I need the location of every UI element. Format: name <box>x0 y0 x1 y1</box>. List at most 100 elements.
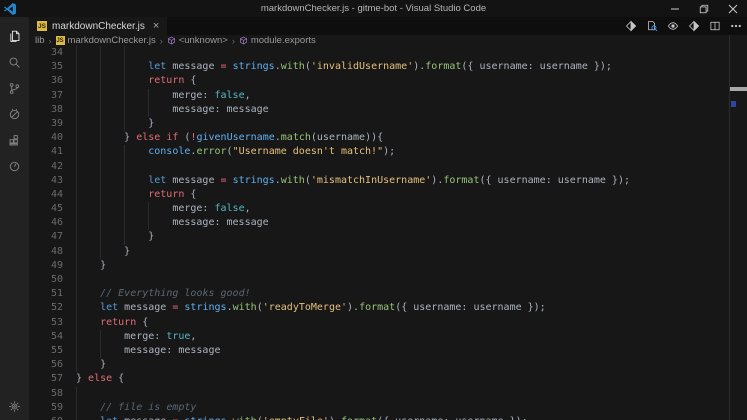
line-number[interactable]: 59 <box>29 401 63 415</box>
line-number[interactable]: 41 <box>29 145 63 159</box>
code-line-content[interactable]: // Everything looks good! <box>76 287 747 301</box>
code-line-content[interactable]: merge: false, <box>76 89 747 103</box>
sidebar-item-source-control[interactable] <box>0 75 29 101</box>
breadcrumb-item[interactable]: module.exports <box>239 35 316 46</box>
code-line[interactable]: 38 message: message <box>29 103 747 117</box>
code-line-content[interactable] <box>76 273 747 287</box>
code-line-content[interactable]: return { <box>76 188 747 202</box>
line-number[interactable]: 44 <box>29 188 63 202</box>
code-line[interactable]: 57 } else { <box>29 372 747 386</box>
code-line-content[interactable]: return { <box>76 316 747 330</box>
code-line[interactable]: 53 return { <box>29 316 747 330</box>
line-number[interactable]: 43 <box>29 174 63 188</box>
line-number[interactable]: 58 <box>29 387 63 401</box>
code-line[interactable]: 58 <box>29 387 747 401</box>
code-line-content[interactable]: } else if (!givenUsername.match(username… <box>76 131 747 145</box>
code-line[interactable]: 60 let message = strings.with('emptyFile… <box>29 415 747 420</box>
line-number[interactable]: 51 <box>29 287 63 301</box>
code-line[interactable]: 45 merge: false, <box>29 202 747 216</box>
line-number[interactable]: 57 <box>29 372 63 386</box>
sidebar-item-explorer[interactable] <box>0 23 29 49</box>
restore-button[interactable] <box>689 0 718 17</box>
line-number[interactable]: 46 <box>29 216 63 230</box>
code-line[interactable]: 55 message: message <box>29 344 747 358</box>
code-line-content[interactable] <box>76 46 747 60</box>
line-number[interactable]: 49 <box>29 259 63 273</box>
code-line-content[interactable]: } <box>76 230 747 244</box>
breadcrumb-item[interactable]: lib <box>35 35 45 46</box>
line-number[interactable]: 53 <box>29 316 63 330</box>
code-line-content[interactable]: return { <box>76 74 747 88</box>
line-number[interactable]: 35 <box>29 60 63 74</box>
code-line-content[interactable]: } <box>76 245 747 259</box>
code-line[interactable]: 52 let message = strings.with('readyToMe… <box>29 301 747 315</box>
line-number[interactable]: 48 <box>29 245 63 259</box>
code-line-content[interactable]: console.error("Username doesn't match!")… <box>76 145 747 159</box>
line-number[interactable]: 55 <box>29 344 63 358</box>
line-number[interactable]: 36 <box>29 74 63 88</box>
code-line[interactable]: 56 } <box>29 358 747 372</box>
line-number[interactable]: 45 <box>29 202 63 216</box>
code-line[interactable]: 37 merge: false, <box>29 89 747 103</box>
breadcrumb-item[interactable]: JSmarkdownChecker.js <box>56 35 156 46</box>
code-line-content[interactable] <box>76 387 747 401</box>
code-line[interactable]: 35 let message = strings.with('invalidUs… <box>29 60 747 74</box>
manage-button[interactable] <box>8 400 21 413</box>
code-line[interactable]: 51 // Everything looks good! <box>29 287 747 301</box>
line-number[interactable]: 50 <box>29 273 63 287</box>
line-number[interactable]: 40 <box>29 131 63 145</box>
code-line-content[interactable]: let message = strings.with('invalidUsern… <box>76 60 747 74</box>
code-line[interactable]: 39 } <box>29 117 747 131</box>
line-number[interactable]: 39 <box>29 117 63 131</box>
line-number[interactable]: 54 <box>29 330 63 344</box>
scrollbar-thumb[interactable] <box>730 87 747 91</box>
code-line[interactable]: 59 // file is empty <box>29 401 747 415</box>
editor-action-file-search[interactable] <box>645 20 658 33</box>
line-number[interactable]: 42 <box>29 160 63 174</box>
line-number[interactable]: 47 <box>29 230 63 244</box>
line-number[interactable]: 37 <box>29 89 63 103</box>
tab-markdownchecker[interactable]: JS markdownChecker.js × <box>29 17 167 35</box>
line-number[interactable]: 60 <box>29 415 63 420</box>
code-line-content[interactable]: merge: false, <box>76 202 747 216</box>
close-button[interactable] <box>718 0 747 17</box>
code-line-content[interactable]: } <box>76 358 747 372</box>
code-line-content[interactable]: merge: true, <box>76 330 747 344</box>
code-line[interactable]: 41 console.error("Username doesn't match… <box>29 145 747 159</box>
code-line[interactable]: 34 <box>29 46 747 60</box>
editor-action-1[interactable] <box>624 20 637 33</box>
code-line-content[interactable]: let message = strings.with('emptyFile').… <box>76 415 747 420</box>
code-line-content[interactable]: message: message <box>76 216 747 230</box>
scrollbar-track[interactable] <box>729 35 747 420</box>
code-line-content[interactable] <box>76 160 747 174</box>
code-line[interactable]: 42 <box>29 160 747 174</box>
code-line[interactable]: 44 return { <box>29 188 747 202</box>
code-line[interactable]: 46 message: message <box>29 216 747 230</box>
line-number[interactable]: 52 <box>29 301 63 315</box>
code-line-content[interactable]: // file is empty <box>76 401 747 415</box>
code-line[interactable]: 47 } <box>29 230 747 244</box>
code-line-content[interactable]: } <box>76 259 747 273</box>
minimize-button[interactable] <box>660 0 689 17</box>
editor-action-2[interactable] <box>687 20 700 33</box>
code-line[interactable]: 40 } else if (!givenUsername.match(usern… <box>29 131 747 145</box>
code-line[interactable]: 48 } <box>29 245 747 259</box>
code-line-content[interactable]: } <box>76 117 747 131</box>
sidebar-item-search[interactable] <box>0 49 29 75</box>
sidebar-item-debug[interactable] <box>0 101 29 127</box>
code-line[interactable]: 43 let message = strings.with('mismatchI… <box>29 174 747 188</box>
code-line[interactable]: 50 <box>29 273 747 287</box>
line-number[interactable]: 34 <box>29 46 63 60</box>
code-line-content[interactable]: let message = strings.with('mismatchInUs… <box>76 174 747 188</box>
line-number[interactable]: 38 <box>29 103 63 117</box>
line-number[interactable]: 56 <box>29 358 63 372</box>
more-actions-button[interactable] <box>729 20 742 33</box>
code-line-content[interactable]: message: message <box>76 103 747 117</box>
breadcrumb-item[interactable]: <unknown> <box>167 35 228 46</box>
code-line-content[interactable]: } else { <box>76 372 747 386</box>
code-line[interactable]: 49 } <box>29 259 747 273</box>
sidebar-item-extensions[interactable] <box>0 127 29 153</box>
code-line-content[interactable]: let message = strings.with('readyToMerge… <box>76 301 747 315</box>
sidebar-item-timeline[interactable] <box>0 153 29 179</box>
code-line[interactable]: 36 return { <box>29 74 747 88</box>
